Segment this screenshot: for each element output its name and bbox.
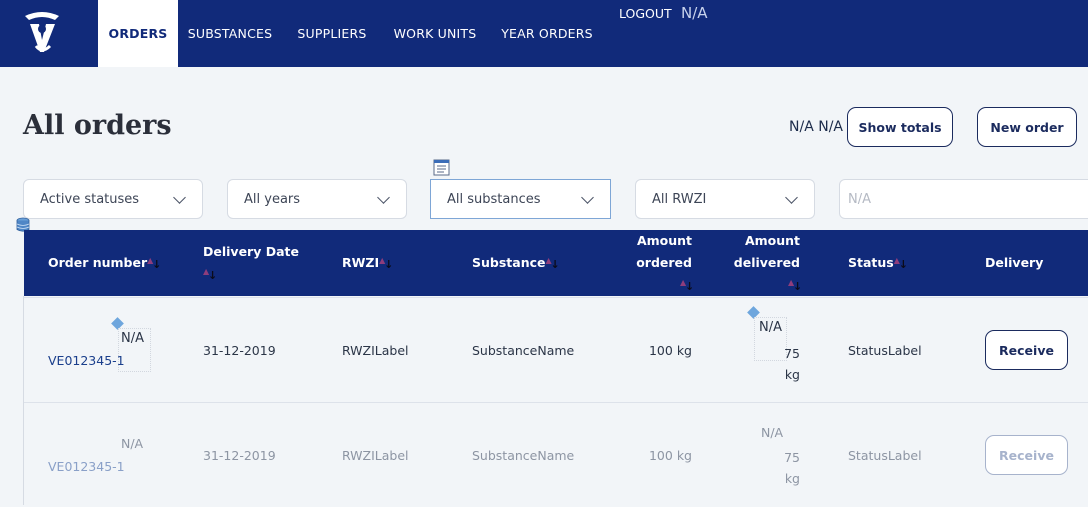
amount-ordered: 100 kg: [648, 448, 692, 463]
column-amount-delivered[interactable]: Amount delivered ▲ ↓: [724, 230, 802, 296]
logo-icon[interactable]: [22, 10, 62, 56]
sort-icon[interactable]: ▲ ↓: [147, 256, 161, 271]
substance-name: SubstanceName: [472, 343, 575, 358]
order-number-link[interactable]: VE012345-1: [48, 459, 125, 474]
sort-icon[interactable]: ▲ ↓: [546, 256, 560, 271]
tab-suppliers[interactable]: SUPPLIERS: [290, 0, 374, 67]
receive-button[interactable]: Receive: [985, 330, 1068, 370]
user-name: N/A: [681, 4, 708, 22]
tab-substances[interactable]: SUBSTANCES: [182, 0, 278, 67]
chevron-down-icon: [173, 191, 186, 204]
order-na-label: N/A: [121, 436, 144, 451]
column-substance[interactable]: Substance ▲ ↓: [472, 252, 560, 274]
table-row: N/A VE012345-1 31-12-2019 RWZILabel Subs…: [24, 297, 1088, 402]
tab-work-units[interactable]: WORK UNITS: [386, 0, 484, 67]
rwzi-filter[interactable]: All RWZI: [635, 179, 815, 219]
status-label: StatusLabel: [848, 448, 922, 463]
search-input[interactable]: N/A: [839, 179, 1088, 219]
rwzi-filter-value: All RWZI: [652, 191, 707, 207]
substance-filter-value: All substances: [447, 191, 541, 207]
table-row: N/A VE012345-1 31-12-2019 RWZILabel Subs…: [24, 402, 1088, 507]
order-number-link[interactable]: VE012345-1: [48, 353, 125, 368]
status-filter[interactable]: Active statuses: [23, 179, 203, 219]
substance-filter[interactable]: All substances: [430, 179, 611, 219]
header-info: N/A N/A: [789, 119, 843, 135]
sort-icon[interactable]: ▲ ↓: [680, 278, 694, 293]
top-navigation: ORDERS SUBSTANCES SUPPLIERS WORK UNITS Y…: [0, 0, 1088, 67]
rwzi-label: RWZILabel: [342, 343, 409, 358]
column-status[interactable]: Status ▲ ↓: [848, 252, 908, 274]
logout-link[interactable]: LOGOUT: [619, 6, 672, 21]
amount-delivered: 75 kg: [784, 346, 800, 382]
column-delivery: Delivery: [985, 255, 1044, 270]
year-filter[interactable]: All years: [227, 179, 407, 219]
sort-icon[interactable]: ▲ ↓: [379, 256, 393, 271]
amount-delivered: 75 kg: [784, 450, 800, 486]
column-amount-ordered[interactable]: Amount ordered ▲ ↓: [624, 230, 694, 296]
sort-icon[interactable]: ▲ ↓: [203, 267, 217, 282]
delivered-na-label: N/A: [761, 425, 784, 440]
chevron-down-icon: [377, 191, 390, 204]
receive-button[interactable]: Receive: [985, 435, 1068, 475]
column-delivery-date[interactable]: Delivery Date ▲ ↓: [203, 241, 299, 285]
page-title: All orders: [23, 110, 172, 141]
tab-year-orders[interactable]: YEAR ORDERS: [496, 0, 598, 67]
substance-name: SubstanceName: [472, 448, 575, 463]
chevron-down-icon: [785, 191, 798, 204]
column-rwzi[interactable]: RWZI ▲ ↓: [342, 252, 393, 274]
amount-ordered: 100 kg: [648, 343, 692, 358]
tab-orders[interactable]: ORDERS: [98, 0, 178, 67]
status-filter-value: Active statuses: [40, 191, 140, 207]
chevron-down-icon: [581, 191, 594, 204]
table-header: Order number ▲ ↓ Delivery Date ▲ ↓ RWZI ▲ ↓ Su…: [24, 230, 1088, 296]
delivery-date: 31-12-2019: [203, 343, 276, 358]
column-order-number[interactable]: Order number ▲ ↓: [48, 252, 161, 274]
rwzi-label: RWZILabel: [342, 448, 409, 463]
document-icon: [433, 159, 450, 176]
show-totals-button[interactable]: Show totals: [847, 107, 953, 147]
status-label: StatusLabel: [848, 343, 922, 358]
year-filter-value: All years: [244, 191, 301, 207]
sort-icon[interactable]: ▲ ↓: [894, 256, 908, 271]
new-order-button[interactable]: New order: [977, 107, 1077, 147]
sort-icon[interactable]: ▲ ↓: [788, 278, 802, 293]
delivery-date: 31-12-2019: [203, 448, 276, 463]
